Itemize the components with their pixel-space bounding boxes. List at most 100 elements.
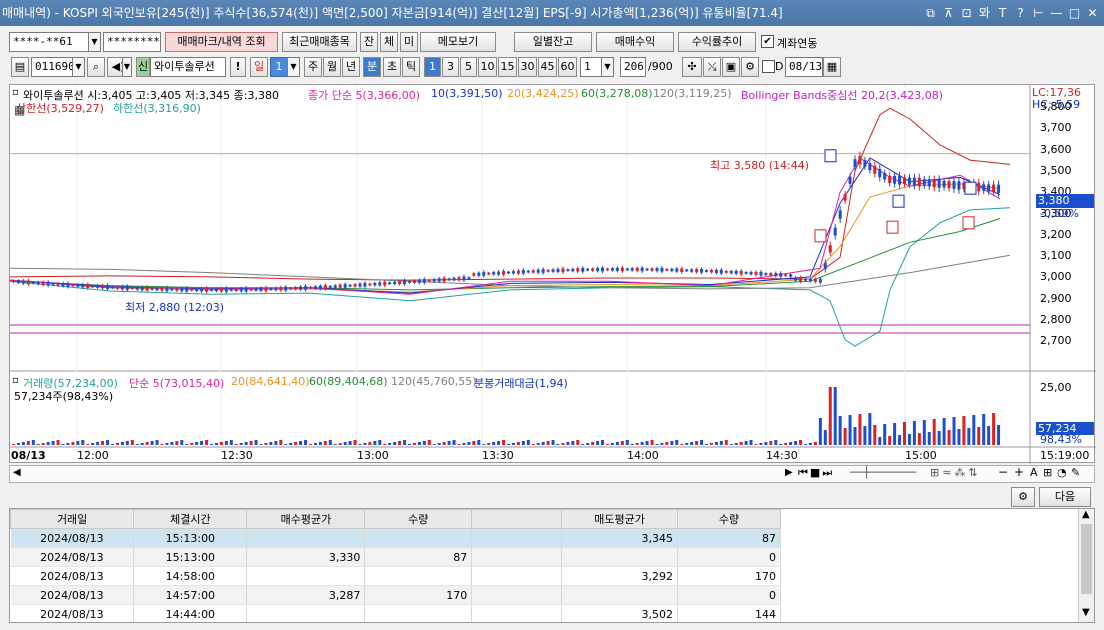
- col-buy-qty[interactable]: 수량: [364, 509, 473, 529]
- chart-tools-icons[interactable]: ⊞≈⁂⇅: [930, 466, 981, 479]
- recent-trades-button[interactable]: 최근매매종목: [282, 32, 357, 52]
- data-count-input[interactable]: 206: [620, 57, 646, 77]
- crosshair-icon[interactable]: ✣: [682, 57, 702, 77]
- table-scroll-up-icon[interactable]: ▲: [1082, 509, 1090, 520]
- stock-name-field[interactable]: 와이투솔루션: [150, 57, 226, 77]
- close-button[interactable]: ✕: [1085, 0, 1100, 26]
- candle-body: [823, 262, 827, 270]
- period-day-button[interactable]: 일: [250, 57, 268, 77]
- col-exec-time[interactable]: 체결시간: [133, 509, 248, 529]
- playback-controls[interactable]: ⏮■⏭: [798, 466, 834, 480]
- maximize-button[interactable]: □: [1067, 0, 1082, 26]
- table-row[interactable]: 2024/08/13 15:13:00 3,330 87 0: [10, 547, 781, 567]
- candle-body: [309, 286, 312, 289]
- interval-1-button[interactable]: 1: [424, 57, 441, 77]
- window-dock-icon[interactable]: ⊢: [1031, 0, 1046, 26]
- password-field[interactable]: ********: [103, 32, 161, 52]
- scroll-right-icon[interactable]: ▶: [785, 467, 793, 478]
- period-year-button[interactable]: 년: [342, 57, 360, 77]
- grid-table-icon[interactable]: ▦: [14, 103, 25, 117]
- daily-balance-button[interactable]: 일별잔고: [514, 32, 592, 52]
- minimize-button[interactable]: —: [1049, 0, 1064, 26]
- window-font-icon[interactable]: T: [995, 0, 1010, 26]
- volume-bar: [115, 443, 119, 445]
- alert-button[interactable]: !: [230, 57, 246, 77]
- zoom-slider[interactable]: ──┼───────: [850, 466, 916, 479]
- account-dropdown-icon[interactable]: ▼: [88, 32, 101, 52]
- candle-body: [304, 286, 308, 290]
- n-value-input[interactable]: 1: [580, 57, 602, 77]
- table-row[interactable]: 2024/08/13 14:57:00 3,287 170 0: [10, 585, 781, 605]
- zoom-in-icon[interactable]: +: [1014, 465, 1024, 479]
- table-settings-gear-icon[interactable]: ⚙: [1011, 487, 1035, 507]
- unexecuted-button[interactable]: 미: [400, 32, 418, 52]
- trade-profit-button[interactable]: 매매수익: [596, 32, 674, 52]
- volume-bar: [333, 444, 337, 445]
- pen-icon[interactable]: ✎: [1071, 466, 1080, 479]
- chart-scrollbar[interactable]: ◀ ▶ ⏮■⏭ ──┼─────── ⊞≈⁂⇅ − + A ⊞ ◔ ✎: [9, 465, 1095, 483]
- window-pin-icon[interactable]: ⊼: [941, 0, 956, 26]
- window-stack-icon[interactable]: 뫄: [977, 0, 992, 26]
- date-input[interactable]: 08/13: [785, 57, 823, 77]
- period-second-button[interactable]: 초: [383, 57, 401, 77]
- interval-60-button[interactable]: 60: [558, 57, 577, 77]
- volume-collapse-icon[interactable]: ▫: [12, 375, 19, 386]
- col-trade-date[interactable]: 거래일: [10, 509, 135, 529]
- table-scroll-thumb[interactable]: [1081, 524, 1092, 594]
- zoom-out-icon[interactable]: −: [998, 465, 1008, 479]
- period-tick-button[interactable]: 틱: [402, 57, 420, 77]
- n-value-dropdown-icon[interactable]: ▼: [601, 57, 614, 77]
- candle-body: [130, 287, 134, 290]
- code-dropdown-icon[interactable]: ▼: [72, 57, 85, 77]
- interval-15-button[interactable]: 15: [498, 57, 517, 77]
- table-row[interactable]: 2024/08/13 14:44:00 3,502 144: [10, 604, 781, 622]
- account-link-label: 계좌연동: [777, 37, 818, 50]
- chart-collapse-icon[interactable]: ▫: [12, 87, 19, 98]
- link-icon[interactable]: ⊞: [1043, 466, 1052, 479]
- table-row[interactable]: 2024/08/13 15:13:00 3,345 87: [10, 528, 781, 548]
- scroll-left-icon[interactable]: ◀: [13, 467, 21, 478]
- day-count-select[interactable]: 1: [270, 57, 288, 77]
- account-select[interactable]: ****-**61: [9, 32, 89, 52]
- period-week-button[interactable]: 주: [304, 57, 322, 77]
- trade-mark-query-button[interactable]: 매매마크/내역 조회: [165, 32, 278, 52]
- balance-button[interactable]: 잔: [360, 32, 378, 52]
- calendar-icon[interactable]: ▦: [823, 57, 841, 77]
- memo-view-button[interactable]: 메모보기: [420, 32, 496, 52]
- return-trend-button[interactable]: 수익률추이: [678, 32, 756, 52]
- sound-dropdown-icon[interactable]: ▼: [122, 57, 132, 77]
- interval-5-button[interactable]: 5: [460, 57, 477, 77]
- interval-30-button[interactable]: 30: [518, 57, 537, 77]
- next-page-button[interactable]: 다음: [1039, 487, 1091, 507]
- table-cell: 144: [677, 604, 781, 622]
- window-restore-icon[interactable]: ⧉: [923, 0, 938, 26]
- settings-gear-icon[interactable]: ⚙: [741, 57, 759, 77]
- period-minute-button[interactable]: 분: [363, 57, 381, 77]
- table-scrollbar[interactable]: ▲ ▼: [1078, 509, 1094, 622]
- layout-icon[interactable]: ▤: [11, 57, 29, 77]
- interval-45-button[interactable]: 45: [538, 57, 557, 77]
- executed-button[interactable]: 체: [380, 32, 398, 52]
- chart-svg[interactable]: [10, 85, 1096, 464]
- volume-bar: [195, 442, 199, 445]
- table-scroll-down-icon[interactable]: ▼: [1082, 607, 1090, 618]
- col-sell-qty[interactable]: 수량: [677, 509, 781, 529]
- day-count-dropdown-icon[interactable]: ▼: [287, 57, 300, 77]
- col-sell-avg[interactable]: 매도평균가: [561, 509, 678, 529]
- color-icon[interactable]: ◔: [1057, 466, 1067, 479]
- account-link-checkbox[interactable]: ✔: [761, 35, 774, 48]
- interval-10-button[interactable]: 10: [478, 57, 497, 77]
- window-help-icon[interactable]: ?: [1013, 0, 1028, 26]
- window-copy-icon[interactable]: ⊡: [959, 0, 974, 26]
- save-icon[interactable]: ▣: [722, 57, 740, 77]
- col-buy-avg[interactable]: 매수평균가: [246, 509, 366, 529]
- d-checkbox[interactable]: [762, 60, 775, 73]
- search-icon[interactable]: ⌕: [87, 57, 105, 77]
- table-row[interactable]: 2024/08/13 14:58:00 3,292 170: [10, 566, 781, 586]
- draw-tool-icon[interactable]: ⤯: [703, 57, 721, 77]
- stock-code-input[interactable]: 011690: [31, 57, 73, 77]
- text-tool-icon[interactable]: A: [1030, 466, 1038, 479]
- chart-panel[interactable]: ▫ 와이투솔루션 시:3,405 고:3,405 저:3,345 종:3,380…: [9, 84, 1096, 464]
- period-month-button[interactable]: 월: [323, 57, 341, 77]
- interval-3-button[interactable]: 3: [442, 57, 459, 77]
